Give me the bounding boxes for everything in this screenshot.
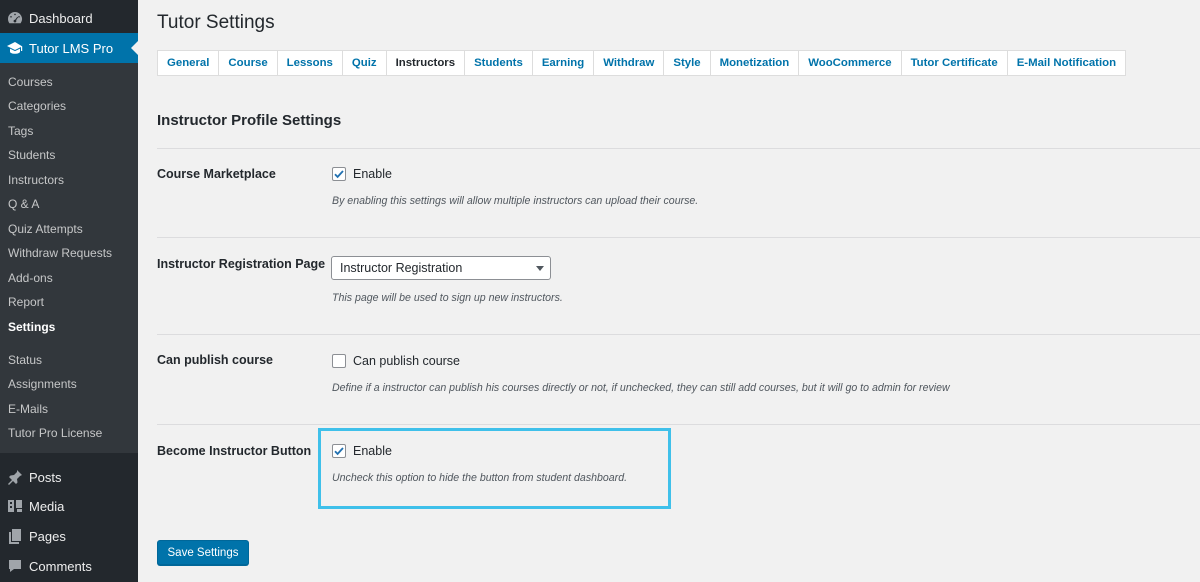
divider (157, 237, 1200, 238)
submenu-students[interactable]: Students (8, 147, 55, 163)
submenu-tags[interactable]: Tags (8, 123, 33, 139)
course-marketplace-checkbox[interactable]: Enable (332, 167, 392, 181)
tab-monetization[interactable]: Monetization (711, 51, 800, 75)
tab-lessons[interactable]: Lessons (278, 51, 343, 75)
tab-style[interactable]: Style (664, 51, 711, 75)
registration-page-select[interactable]: Instructor Registration (331, 256, 551, 280)
menu-tutor-lms-pro-label: Tutor LMS Pro (29, 40, 114, 56)
section-title: Instructor Profile Settings (157, 112, 342, 129)
tab-instructors[interactable]: Instructors (387, 51, 466, 75)
submenu-courses[interactable]: Courses (8, 74, 53, 90)
menu-pages[interactable]: Pages (0, 521, 138, 551)
media-icon (7, 498, 23, 514)
menu-media-label: Media (29, 498, 65, 514)
tab-quiz[interactable]: Quiz (343, 51, 387, 75)
become-instructor-checkbox-label: Enable (353, 444, 392, 458)
menu-media[interactable]: Media (0, 491, 138, 521)
admin-sidebar: Dashboard Tutor LMS Pro Courses Categori… (0, 0, 138, 582)
submenu-categories[interactable]: Categories (8, 98, 66, 114)
submenu-status[interactable]: Status (8, 352, 42, 368)
menu-comments[interactable]: Comments (0, 551, 138, 581)
menu-posts[interactable]: Posts (0, 462, 138, 492)
tab-withdraw[interactable]: Withdraw (594, 51, 665, 75)
checkmark-icon (334, 170, 344, 179)
tab-tutor-certificate[interactable]: Tutor Certificate (902, 51, 1008, 75)
submenu-instructors[interactable]: Instructors (8, 172, 64, 188)
registration-page-selected: Instructor Registration (340, 261, 463, 275)
tab-woocommerce[interactable]: WooCommerce (799, 51, 902, 75)
submenu-report[interactable]: Report (8, 294, 44, 310)
submenu-e-mails[interactable]: E-Mails (8, 401, 48, 417)
page-title: Tutor Settings (157, 12, 275, 33)
graduation-cap-icon (7, 40, 23, 56)
checkbox-box[interactable] (332, 167, 346, 181)
registration-page-label: Instructor Registration Page (157, 257, 326, 271)
submenu-settings[interactable]: Settings (8, 319, 55, 335)
submenu-q-and-a[interactable]: Q & A (8, 196, 39, 212)
settings-tabs: General Course Lessons Quiz Instructors … (157, 50, 1127, 76)
become-instructor-button-label: Become Instructor Button (157, 444, 312, 458)
submenu-quiz-attempts[interactable]: Quiz Attempts (8, 221, 83, 237)
tab-general[interactable]: General (158, 51, 220, 75)
menu-dashboard[interactable]: Dashboard (0, 3, 138, 33)
become-instructor-checkbox[interactable]: Enable (332, 444, 392, 458)
become-instructor-description: Uncheck this option to hide the button f… (332, 472, 628, 484)
registration-page-description: This page will be used to sign up new in… (332, 292, 563, 304)
comments-icon (7, 558, 23, 574)
menu-tutor-lms-pro[interactable]: Tutor LMS Pro (0, 33, 138, 63)
tab-email-notification[interactable]: E-Mail Notification (1008, 51, 1125, 75)
course-marketplace-checkbox-label: Enable (353, 167, 392, 181)
checkbox-box[interactable] (332, 354, 346, 368)
tab-earning[interactable]: Earning (533, 51, 595, 75)
menu-comments-label: Comments (29, 558, 92, 574)
can-publish-course-checkbox-label: Can publish course (353, 354, 461, 368)
course-marketplace-description: By enabling this settings will allow mul… (332, 195, 699, 207)
tab-students[interactable]: Students (465, 51, 533, 75)
pin-icon (7, 469, 23, 485)
submenu-withdraw-requests[interactable]: Withdraw Requests (8, 245, 112, 261)
submenu-tutor-pro-license[interactable]: Tutor Pro License (8, 425, 102, 441)
tutor-submenu: Courses Categories Tags Students Instruc… (0, 63, 138, 453)
save-settings-button[interactable]: Save Settings (157, 540, 249, 565)
can-publish-course-label: Can publish course (157, 353, 273, 367)
submenu-assignments[interactable]: Assignments (8, 376, 77, 392)
chevron-down-icon (536, 266, 544, 271)
divider (157, 334, 1200, 335)
menu-pages-label: Pages (29, 528, 66, 544)
can-publish-course-checkbox[interactable]: Can publish course (332, 354, 460, 368)
dashboard-icon (7, 10, 23, 26)
divider (157, 424, 1200, 425)
checkmark-icon (334, 447, 344, 456)
menu-dashboard-label: Dashboard (29, 10, 93, 26)
submenu-add-ons[interactable]: Add-ons (8, 270, 53, 286)
menu-posts-label: Posts (29, 469, 62, 485)
pages-icon (7, 528, 23, 544)
checkbox-box[interactable] (332, 444, 346, 458)
divider (157, 148, 1200, 149)
tab-course[interactable]: Course (219, 51, 278, 75)
highlight-box (318, 428, 671, 509)
can-publish-course-description: Define if a instructor can publish his c… (332, 382, 950, 394)
course-marketplace-label: Course Marketplace (157, 167, 276, 181)
